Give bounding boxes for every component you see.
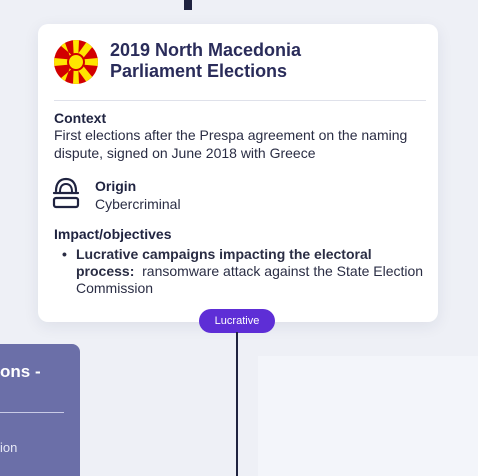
event-card[interactable]: 2019 North Macedonia Parliament Election…: [38, 24, 438, 322]
header-divider: [54, 100, 426, 101]
event-title-line1: 2019 North Macedonia: [110, 40, 302, 60]
side-card-divider: [0, 412, 64, 413]
origin-value: Cybercriminal: [95, 196, 181, 212]
timeline-line: [236, 332, 238, 476]
hooded-hacker-icon: [52, 177, 80, 209]
impact-list: • Lucrative campaigns impacting the elec…: [62, 246, 426, 297]
event-title: 2019 North Macedonia Parliament Election…: [110, 40, 301, 82]
lucrative-badge[interactable]: Lucrative: [199, 309, 275, 333]
impact-item: • Lucrative campaigns impacting the elec…: [62, 246, 426, 297]
side-card-text: ion: [0, 440, 18, 455]
timeline-connector-top: [184, 0, 192, 10]
origin-label: Origin: [95, 178, 137, 194]
right-panel: [258, 356, 478, 476]
impact-label: Impact/objectives: [54, 226, 172, 242]
context-label: Context: [54, 110, 107, 126]
event-header: 2019 North Macedonia Parliament Election…: [54, 40, 422, 100]
bullet-icon: •: [62, 246, 67, 262]
side-card-title: ons -: [0, 362, 41, 381]
context-text: First elections after the Prespa agreeme…: [54, 127, 408, 161]
north-macedonia-flag-icon: [54, 40, 98, 84]
side-event-card[interactable]: ons - ion: [0, 344, 80, 476]
event-title-line2: Parliament Elections: [110, 61, 288, 81]
